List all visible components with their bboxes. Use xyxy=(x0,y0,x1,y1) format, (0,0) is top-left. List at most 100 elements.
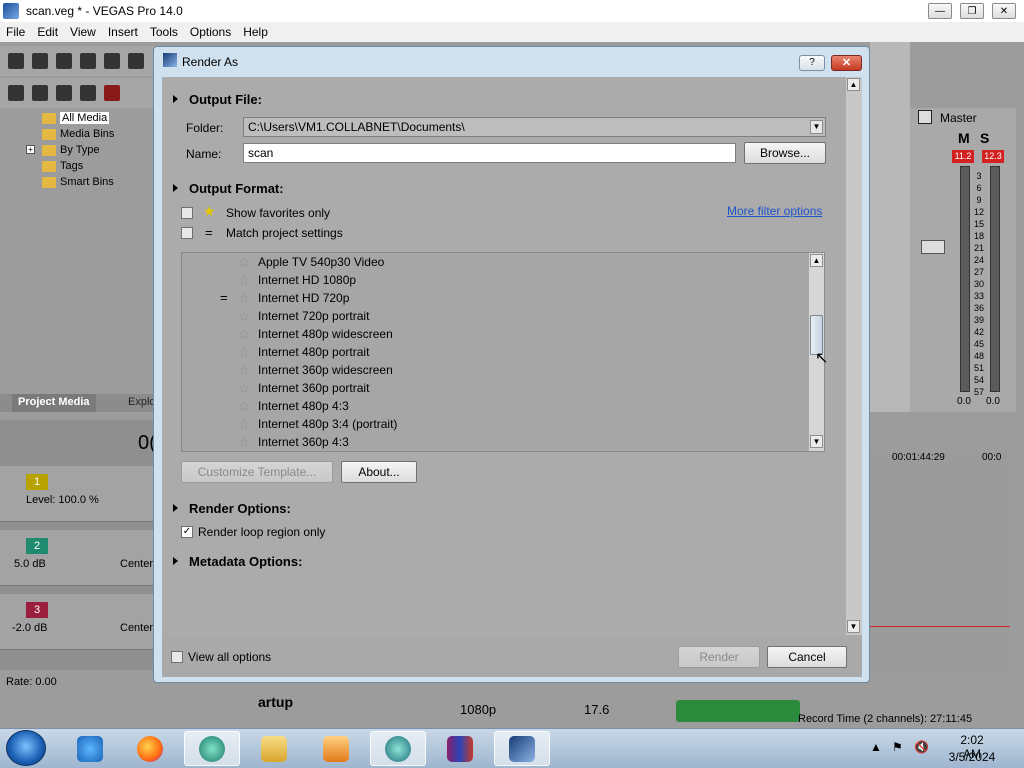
master-fader-handle[interactable] xyxy=(921,240,945,254)
menu-help[interactable]: Help xyxy=(237,25,274,39)
menu-options[interactable]: Options xyxy=(184,25,237,39)
customize-template-button[interactable]: Customize Template... xyxy=(181,461,333,483)
restore-button[interactable]: ❐ xyxy=(960,3,984,19)
star-outline-icon[interactable]: ☆ xyxy=(238,290,251,306)
media-player-taskbar-button[interactable] xyxy=(308,731,364,766)
get-media-icon[interactable] xyxy=(56,85,72,101)
vpn-taskbar-button[interactable] xyxy=(184,731,240,766)
tray-arrow-icon[interactable]: ▲ xyxy=(870,740,882,754)
metadata-options-heading[interactable]: Metadata Options: xyxy=(189,554,302,569)
tree-item-smart-bins[interactable]: Smart Bins xyxy=(42,174,114,190)
track-row[interactable]: 1 Level: 100.0 % xyxy=(0,466,160,522)
menu-tools[interactable]: Tools xyxy=(144,25,184,39)
menu-edit[interactable]: Edit xyxy=(31,25,64,39)
expand-triangle-icon[interactable] xyxy=(173,557,178,565)
track-row[interactable]: 2 5.0 dB Center xyxy=(0,530,160,586)
view-all-options-checkbox[interactable] xyxy=(171,651,183,663)
render-progress-button[interactable] xyxy=(676,700,800,722)
menu-file[interactable]: File xyxy=(0,25,31,39)
save-icon[interactable] xyxy=(56,53,72,69)
render-button[interactable]: Render xyxy=(678,646,760,668)
list-item[interactable]: ☆ Internet 720p portrait xyxy=(182,307,808,325)
cancel-button[interactable]: Cancel xyxy=(767,646,847,668)
list-item[interactable]: ☆ Internet 360p widescreen xyxy=(182,361,808,379)
remove-icon[interactable] xyxy=(104,85,120,101)
star-outline-icon[interactable]: ☆ xyxy=(238,362,251,378)
tab-project-media[interactable]: Project Media xyxy=(12,394,96,412)
new-project-icon[interactable] xyxy=(8,53,24,69)
start-button[interactable] xyxy=(6,730,46,766)
star-outline-icon[interactable]: ☆ xyxy=(238,416,251,432)
tree-item-media-bins[interactable]: Media Bins xyxy=(42,126,114,142)
star-outline-icon[interactable]: ☆ xyxy=(238,254,251,270)
list-item[interactable]: ☆ Internet 480p portrait xyxy=(182,343,808,361)
scroll-down-icon[interactable]: ▼ xyxy=(847,620,860,633)
list-item[interactable]: ☆ Internet HD 1080p xyxy=(182,271,808,289)
close-dialog-button[interactable]: ✕ xyxy=(831,55,862,71)
scroll-down-icon[interactable]: ▼ xyxy=(810,435,823,448)
list-item[interactable]: ☆ Internet 480p 4:3 xyxy=(182,397,808,415)
gear-icon[interactable] xyxy=(128,53,144,69)
winrar-taskbar-button[interactable] xyxy=(432,731,488,766)
expand-icon[interactable]: + xyxy=(26,145,35,154)
save-as-icon[interactable] xyxy=(80,53,96,69)
chevron-down-icon[interactable]: ▼ xyxy=(810,120,823,134)
tree-item-by-type[interactable]: By Type xyxy=(42,142,100,158)
capture-icon[interactable] xyxy=(32,85,48,101)
tree-item-tags[interactable]: Tags xyxy=(42,158,83,174)
list-item[interactable]: ☆ Internet 360p 4:3 xyxy=(182,433,808,451)
menu-view[interactable]: View xyxy=(64,25,102,39)
open-icon[interactable] xyxy=(32,53,48,69)
output-file-heading[interactable]: Output File: xyxy=(189,92,262,107)
internet-explorer-taskbar-button[interactable] xyxy=(62,731,118,766)
about-button[interactable]: About... xyxy=(341,461,417,483)
show-favorites-checkbox[interactable] xyxy=(181,207,193,219)
expand-triangle-icon[interactable] xyxy=(173,184,178,192)
firefox-taskbar-button[interactable] xyxy=(122,731,178,766)
dialog-scrollbar[interactable] xyxy=(846,77,862,635)
browse-button[interactable]: Browse... xyxy=(744,142,826,164)
list-item[interactable]: ☆ Internet 360p portrait xyxy=(182,379,808,397)
star-outline-icon[interactable]: ☆ xyxy=(238,326,251,342)
track-row[interactable]: 3 -2.0 dB Center xyxy=(0,594,160,650)
name-input[interactable]: scan xyxy=(243,143,736,163)
list-item[interactable]: ☆ Internet 480p 3:4 (portrait) xyxy=(182,415,808,433)
render-options-heading[interactable]: Render Options: xyxy=(189,501,291,516)
output-format-heading[interactable]: Output Format: xyxy=(189,181,284,196)
more-filter-options-link[interactable]: More filter options xyxy=(727,204,822,218)
list-item[interactable]: = ☆ Internet HD 720p xyxy=(182,289,808,307)
render-icon[interactable] xyxy=(104,53,120,69)
web-icon[interactable] xyxy=(80,85,96,101)
scroll-up-icon[interactable]: ▲ xyxy=(847,78,860,91)
volume-icon[interactable]: 🔇 xyxy=(914,740,929,754)
star-outline-icon[interactable]: ☆ xyxy=(238,398,251,414)
timeline-area[interactable]: 00:01:44:29 00:0 xyxy=(870,452,1010,672)
star-outline-icon[interactable]: ☆ xyxy=(238,308,251,324)
mute-icon[interactable]: M xyxy=(958,130,970,146)
folder-dropdown[interactable]: C:\Users\VM1.COLLABNET\Documents\ xyxy=(243,117,826,137)
minimize-button[interactable]: — xyxy=(928,3,952,19)
close-window-button[interactable]: ✕ xyxy=(992,3,1016,19)
help-button[interactable]: ? xyxy=(799,55,825,71)
star-outline-icon[interactable]: ☆ xyxy=(238,272,251,288)
expand-triangle-icon[interactable] xyxy=(173,504,178,512)
clock-date[interactable]: 3/5/2024 xyxy=(946,750,998,764)
flag-icon[interactable]: ⚑ xyxy=(892,740,903,754)
solo-icon[interactable]: S xyxy=(980,130,989,146)
render-loop-checkbox[interactable]: ✓ xyxy=(181,526,193,538)
list-item[interactable]: ☆ Internet 480p widescreen xyxy=(182,325,808,343)
expand-triangle-icon[interactable] xyxy=(173,95,178,103)
star-outline-icon[interactable]: ☆ xyxy=(238,434,251,450)
app-taskbar-button[interactable] xyxy=(370,731,426,766)
list-item[interactable]: ☆ Apple TV 540p30 Video xyxy=(182,253,808,271)
menu-insert[interactable]: Insert xyxy=(102,25,144,39)
tree-item-all-media[interactable]: All Media xyxy=(42,110,110,126)
import-media-icon[interactable] xyxy=(8,85,24,101)
explorer-taskbar-button[interactable] xyxy=(246,731,302,766)
scroll-up-icon[interactable]: ▲ xyxy=(810,254,823,267)
match-project-checkbox[interactable] xyxy=(181,227,193,239)
star-outline-icon[interactable]: ☆ xyxy=(238,344,251,360)
vegas-taskbar-button[interactable] xyxy=(494,731,550,766)
master-fx-icon[interactable] xyxy=(918,110,932,124)
star-outline-icon[interactable]: ☆ xyxy=(238,380,251,396)
